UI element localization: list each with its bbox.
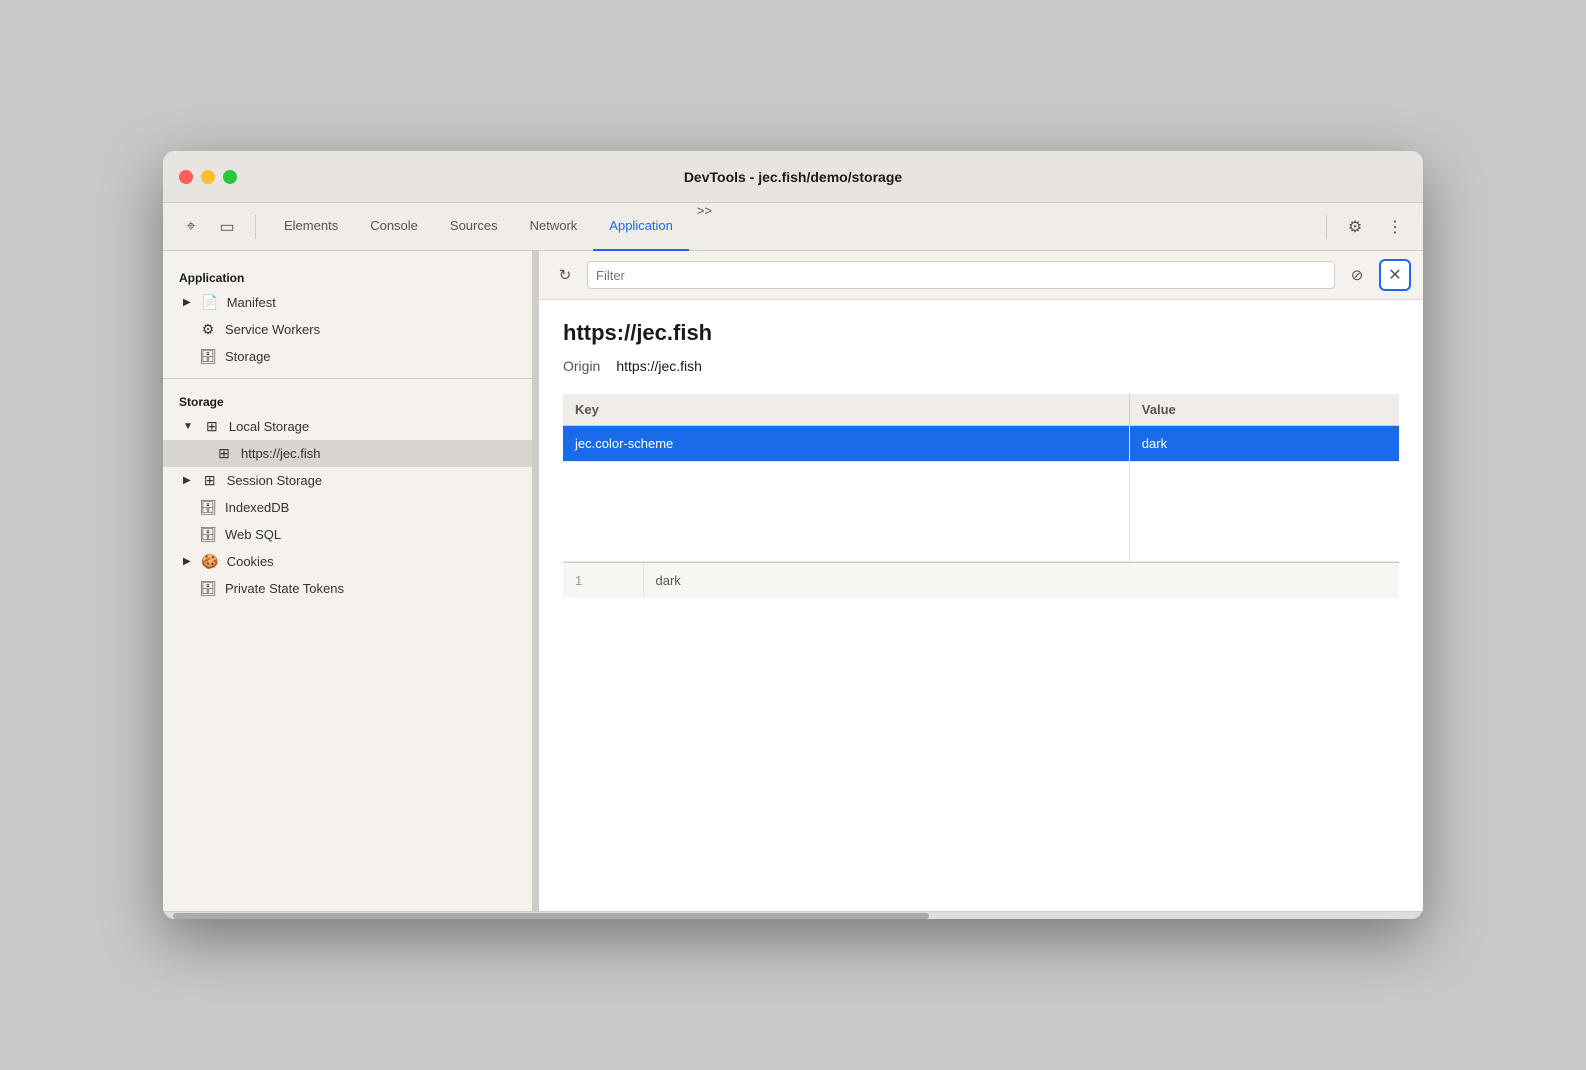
sidebar-item-cookies[interactable]: ▶ 🍪 Cookies bbox=[163, 548, 532, 575]
scrollbar-thumb[interactable] bbox=[173, 913, 929, 919]
settings-icon[interactable]: ⚙ bbox=[1339, 211, 1371, 243]
sidebar: Application ▶ 📄 Manifest ⚙ Service Worke… bbox=[163, 251, 533, 911]
sidebar-item-manifest[interactable]: ▶ 📄 Manifest bbox=[163, 289, 532, 316]
toolbar-divider bbox=[255, 215, 256, 239]
origin-value: https://jec.fish bbox=[616, 358, 702, 374]
cursor-icon[interactable]: ⌖ bbox=[175, 211, 207, 243]
websql-icon: 🗄 bbox=[199, 526, 217, 543]
chevron-right-icon: ▶ bbox=[183, 556, 191, 567]
private-state-icon: 🗄 bbox=[199, 580, 217, 597]
manifest-icon: 📄 bbox=[201, 294, 219, 311]
chevron-right-icon: ▶ bbox=[183, 475, 191, 486]
more-options-icon[interactable]: ⋮ bbox=[1379, 211, 1411, 243]
chevron-right-icon: ▶ bbox=[183, 297, 191, 308]
gear-icon: ⚙ bbox=[199, 321, 217, 338]
sidebar-item-storage-app[interactable]: 🗄 Storage bbox=[163, 343, 532, 370]
toolbar-tabs: Elements Console Sources Network Applica… bbox=[268, 203, 1314, 251]
sidebar-item-label: IndexedDB bbox=[225, 500, 289, 515]
storage-section-title: Storage bbox=[163, 387, 532, 413]
traffic-lights bbox=[179, 170, 237, 184]
toolbar-divider-right bbox=[1326, 215, 1327, 239]
app-section-title: Application bbox=[163, 263, 532, 289]
tab-application[interactable]: Application bbox=[593, 203, 689, 251]
storage-table: Key Value jec.color-scheme dark bbox=[563, 394, 1399, 562]
sidebar-item-web-sql[interactable]: 🗄 Web SQL bbox=[163, 521, 532, 548]
cell-key: jec.color-scheme bbox=[563, 426, 1129, 462]
more-tabs-button[interactable]: >> bbox=[689, 203, 720, 251]
sidebar-item-private-state-tokens[interactable]: 🗄 Private State Tokens bbox=[163, 575, 532, 602]
content-toolbar: ↻ ⊘ ✕ bbox=[539, 251, 1423, 300]
session-storage-icon: ⊞ bbox=[201, 472, 219, 489]
cookie-icon: 🍪 bbox=[201, 553, 219, 570]
table-empty-row bbox=[563, 462, 1399, 562]
title-bar: DevTools - jec.fish/demo/storage bbox=[163, 151, 1423, 203]
sidebar-item-session-storage[interactable]: ▶ ⊞ Session Storage bbox=[163, 467, 532, 494]
table-icon: ⊞ bbox=[215, 445, 233, 462]
devtools-window: DevTools - jec.fish/demo/storage ⌖ ▭ Ele… bbox=[163, 151, 1423, 919]
cell-value: dark bbox=[1129, 426, 1399, 462]
origin-label: Origin bbox=[563, 358, 600, 374]
sidebar-item-local-storage[interactable]: ▼ ⊞ Local Storage bbox=[163, 413, 532, 440]
refresh-button[interactable]: ↻ bbox=[551, 261, 579, 289]
sidebar-item-label: Local Storage bbox=[229, 419, 309, 434]
indexeddb-icon: 🗄 bbox=[199, 499, 217, 516]
window-title: DevTools - jec.fish/demo/storage bbox=[684, 169, 902, 185]
toolbar: ⌖ ▭ Elements Console Sources Network App… bbox=[163, 203, 1423, 251]
fullscreen-traffic-light[interactable] bbox=[223, 170, 237, 184]
clear-filter-button[interactable]: ⊘ bbox=[1343, 261, 1371, 289]
origin-title: https://jec.fish bbox=[563, 320, 1399, 346]
origin-row: Origin https://jec.fish bbox=[563, 358, 1399, 374]
content-body: https://jec.fish Origin https://jec.fish… bbox=[539, 300, 1423, 911]
col-value: Value bbox=[1129, 394, 1399, 426]
sidebar-item-label: Storage bbox=[225, 349, 271, 364]
chevron-down-icon: ▼ bbox=[183, 421, 193, 432]
tab-console[interactable]: Console bbox=[354, 203, 434, 251]
local-storage-icon: ⊞ bbox=[203, 418, 221, 435]
detail-value: dark bbox=[643, 563, 1399, 598]
filter-input[interactable] bbox=[587, 261, 1335, 289]
sidebar-item-service-workers[interactable]: ⚙ Service Workers bbox=[163, 316, 532, 343]
col-key: Key bbox=[563, 394, 1129, 426]
table-row[interactable]: jec.color-scheme dark bbox=[563, 426, 1399, 462]
sidebar-item-local-storage-jec[interactable]: ⊞ https://jec.fish bbox=[163, 440, 532, 467]
sidebar-item-label: Private State Tokens bbox=[225, 581, 344, 596]
main-area: Application ▶ 📄 Manifest ⚙ Service Worke… bbox=[163, 251, 1423, 911]
sidebar-item-label: Web SQL bbox=[225, 527, 281, 542]
sidebar-divider bbox=[163, 378, 532, 379]
sidebar-item-label: Session Storage bbox=[227, 473, 322, 488]
tab-elements[interactable]: Elements bbox=[268, 203, 354, 251]
detail-index: 1 bbox=[563, 563, 643, 598]
device-icon[interactable]: ▭ bbox=[211, 211, 243, 243]
sidebar-item-label: https://jec.fish bbox=[241, 446, 320, 461]
detail-table: 1 dark bbox=[563, 563, 1399, 598]
sidebar-item-label: Cookies bbox=[227, 554, 274, 569]
close-panel-button[interactable]: ✕ bbox=[1379, 259, 1411, 291]
toolbar-right-actions: ⚙ ⋮ bbox=[1339, 211, 1411, 243]
database-icon: 🗄 bbox=[199, 348, 217, 365]
tab-sources[interactable]: Sources bbox=[434, 203, 514, 251]
bottom-section: 1 dark bbox=[563, 562, 1399, 598]
sidebar-item-label: Manifest bbox=[227, 295, 276, 310]
tab-network[interactable]: Network bbox=[514, 203, 594, 251]
sidebar-item-indexeddb[interactable]: 🗄 IndexedDB bbox=[163, 494, 532, 521]
sidebar-scrollbar[interactable] bbox=[163, 911, 1423, 919]
detail-row: 1 dark bbox=[563, 563, 1399, 598]
minimize-traffic-light[interactable] bbox=[201, 170, 215, 184]
sidebar-item-label: Service Workers bbox=[225, 322, 320, 337]
close-traffic-light[interactable] bbox=[179, 170, 193, 184]
content-panel: ↻ ⊘ ✕ https://jec.fish Origin https://je… bbox=[539, 251, 1423, 911]
